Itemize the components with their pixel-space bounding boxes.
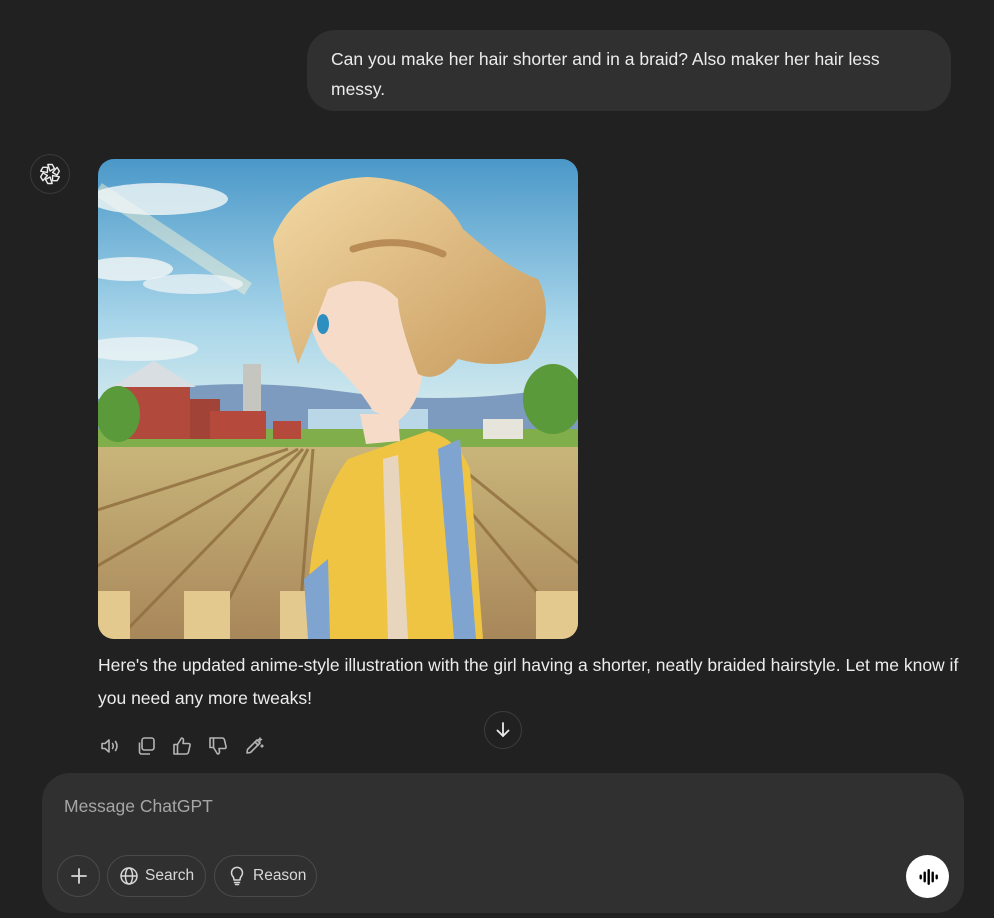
anime-girl-farm-illustration xyxy=(98,159,578,639)
lightbulb-icon xyxy=(230,866,244,886)
voice-mode-button[interactable] xyxy=(906,855,949,898)
thumbs-up-icon xyxy=(173,737,191,755)
read-aloud-button[interactable] xyxy=(98,734,122,758)
arrow-down-icon xyxy=(496,722,510,737)
user-message-text: Can you make her hair shorter and in a b… xyxy=(331,49,880,99)
assistant-message-text: Here's the updated anime-style illustrat… xyxy=(98,655,959,708)
globe-icon xyxy=(120,867,138,885)
scroll-to-bottom-button[interactable] xyxy=(484,711,522,749)
good-response-button[interactable] xyxy=(170,734,194,758)
attach-button[interactable] xyxy=(57,855,100,897)
assistant-avatar xyxy=(30,154,70,194)
copy-button[interactable] xyxy=(134,734,158,758)
message-input[interactable] xyxy=(62,793,886,819)
speaker-icon xyxy=(101,739,118,753)
message-actions xyxy=(98,734,266,758)
thumbs-down-icon xyxy=(209,737,227,755)
edit-image-icon xyxy=(246,737,264,754)
chatgpt-logo-icon xyxy=(39,163,61,185)
generated-image[interactable] xyxy=(98,159,578,639)
edit-image-button[interactable] xyxy=(242,734,266,758)
bad-response-button[interactable] xyxy=(206,734,230,758)
search-button[interactable]: Search xyxy=(107,855,206,897)
copy-icon xyxy=(138,737,155,755)
reason-button[interactable]: Reason xyxy=(214,855,317,897)
voice-waveform-icon xyxy=(919,868,938,885)
message-composer: Search Reason xyxy=(42,773,964,913)
user-message-bubble: Can you make her hair shorter and in a b… xyxy=(307,30,951,111)
plus-icon xyxy=(70,868,87,884)
search-button-label: Search xyxy=(145,867,195,884)
reason-button-label: Reason xyxy=(253,867,307,884)
